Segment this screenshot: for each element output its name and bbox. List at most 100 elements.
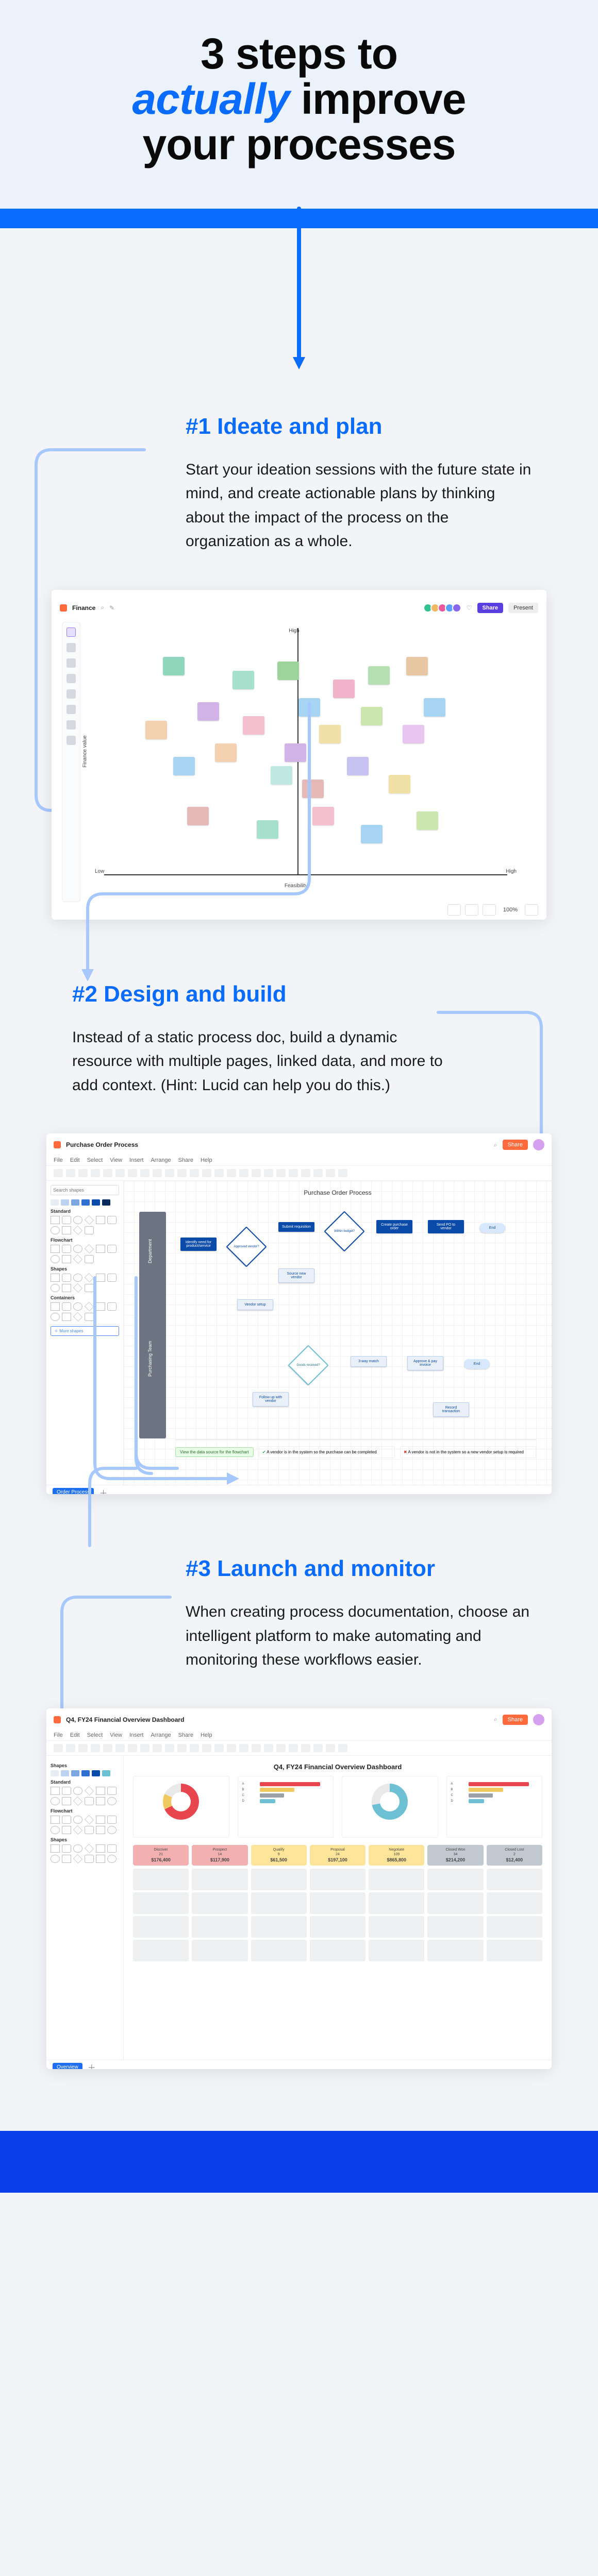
sticky-note[interactable] [406,657,428,675]
menu-view[interactable]: View [110,1157,122,1163]
tool-line-icon[interactable] [67,689,76,699]
shape-stencil[interactable] [51,1284,60,1292]
kanban-card[interactable] [251,1916,307,1938]
ribbon-tool-icon[interactable] [313,1744,323,1752]
node-send-po[interactable]: Send PO to vendor [428,1220,464,1233]
shape-stencil[interactable] [62,1816,71,1824]
node-submit[interactable]: Submit requisition [278,1222,314,1232]
shape-stencil[interactable] [107,1816,117,1824]
card3-filename[interactable]: Q4, FY24 Financial Overview Dashboard [66,1716,184,1723]
node-dec-approved[interactable]: Approved vendor? [226,1226,267,1267]
shape-stencil[interactable] [73,1825,82,1835]
kanban-card[interactable] [310,1940,366,1961]
kanban-card[interactable] [427,1940,483,1961]
node-dec-received[interactable]: Goods received? [288,1345,328,1385]
color-swatch[interactable] [61,1770,69,1776]
node-record[interactable]: Record transaction [433,1402,469,1417]
ribbon-tool-icon[interactable] [128,1744,137,1752]
shape-stencil[interactable] [62,1313,71,1321]
shape-stencil[interactable] [85,1255,94,1263]
shape-stencil[interactable] [85,1855,94,1863]
shape-stencil[interactable] [96,1855,105,1863]
ribbon-tool-icon[interactable] [276,1169,286,1177]
ribbon-tool-icon[interactable] [153,1169,162,1177]
shape-stencil[interactable] [51,1816,60,1824]
ribbon-tool-icon[interactable] [165,1169,174,1177]
page-tab[interactable]: Overview [53,2063,82,2069]
ribbon-tool-icon[interactable] [326,1169,335,1177]
share-button[interactable]: Share [503,1140,528,1150]
menu-insert[interactable]: Insert [129,1732,144,1738]
menu-share[interactable]: Share [178,1732,193,1738]
menu-select[interactable]: Select [87,1157,103,1163]
shape-stencil[interactable] [73,1816,82,1824]
ribbon-tool-icon[interactable] [264,1744,273,1752]
shape-stencil[interactable] [51,1255,60,1263]
ribbon-tool-icon[interactable] [202,1744,211,1752]
share-button[interactable]: Share [503,1715,528,1725]
shape-stencil[interactable] [62,1255,71,1263]
kanban-card[interactable] [251,1892,307,1914]
ribbon-tool-icon[interactable] [301,1744,310,1752]
shape-stencil[interactable] [62,1245,71,1253]
kanban-card[interactable] [427,1892,483,1914]
ribbon-tool-icon[interactable] [66,1169,75,1177]
color-swatch[interactable] [51,1770,59,1776]
ribbon-tool-icon[interactable] [177,1169,187,1177]
zoom-level[interactable]: 100% [500,907,521,913]
avatar-icon[interactable] [452,603,461,613]
color-swatch[interactable] [102,1770,110,1776]
kanban-card[interactable] [427,1869,483,1890]
shape-stencil[interactable] [62,1216,71,1224]
add-page-icon[interactable]: ＋ [88,2061,96,2069]
kanban-card[interactable] [310,1916,366,1938]
shape-stencil[interactable] [73,1245,82,1253]
tool-text-icon[interactable] [67,658,76,668]
shape-stencil[interactable] [62,1226,71,1234]
ribbon-tool-icon[interactable] [153,1744,162,1752]
node-source-vendor[interactable]: Source new vendor [278,1268,314,1283]
search-icon[interactable]: ⌕ [101,604,104,612]
menu-view[interactable]: View [110,1732,122,1738]
shape-stencil[interactable] [51,1844,60,1853]
node-end-b[interactable]: End [464,1359,490,1369]
shape-stencil[interactable] [96,1216,105,1224]
node-match[interactable]: 3-way match [351,1356,387,1367]
shape-stencil[interactable] [85,1226,94,1234]
tool-sticky-icon[interactable] [67,643,76,652]
kanban-card[interactable] [487,1916,542,1938]
shape-stencil[interactable] [62,1826,71,1834]
menu-file[interactable]: File [54,1732,63,1738]
ribbon-tool-icon[interactable] [190,1744,199,1752]
shape-stencil[interactable] [51,1855,60,1863]
kanban-card[interactable] [369,1892,424,1914]
shape-stencil[interactable] [62,1797,71,1805]
ribbon-tool-icon[interactable] [264,1169,273,1177]
shape-stencil[interactable] [62,1302,71,1311]
ribbon-tool-icon[interactable] [252,1169,261,1177]
kanban-card[interactable] [369,1869,424,1890]
search-icon[interactable]: ⌕ [494,1141,497,1149]
node-identify[interactable]: Identify need for product/service [180,1238,217,1251]
shape-stencil[interactable] [107,1787,117,1795]
shape-stencil[interactable] [73,1216,82,1224]
shape-stencil[interactable] [96,1787,105,1795]
sticky-note[interactable] [163,657,185,675]
shape-stencil[interactable] [85,1244,94,1253]
ribbon-tool-icon[interactable] [103,1169,112,1177]
shape-stencil[interactable] [96,1816,105,1824]
kanban-card[interactable] [192,1940,247,1961]
shape-stencil[interactable] [51,1216,60,1224]
menu-edit[interactable]: Edit [70,1157,80,1163]
shape-stencil[interactable] [62,1844,71,1853]
node-followup[interactable]: Follow up with vendor [253,1392,289,1406]
kanban-card[interactable] [310,1869,366,1890]
sticky-note[interactable] [333,680,355,698]
ribbon-tool-icon[interactable] [252,1744,261,1752]
avatar-icon[interactable] [533,1139,544,1150]
shape-stencil[interactable] [51,1274,60,1282]
shape-stencil[interactable] [73,1797,82,1806]
kanban-card[interactable] [369,1916,424,1938]
shape-stencil[interactable] [107,1245,117,1253]
shape-stencil[interactable] [96,1844,105,1853]
